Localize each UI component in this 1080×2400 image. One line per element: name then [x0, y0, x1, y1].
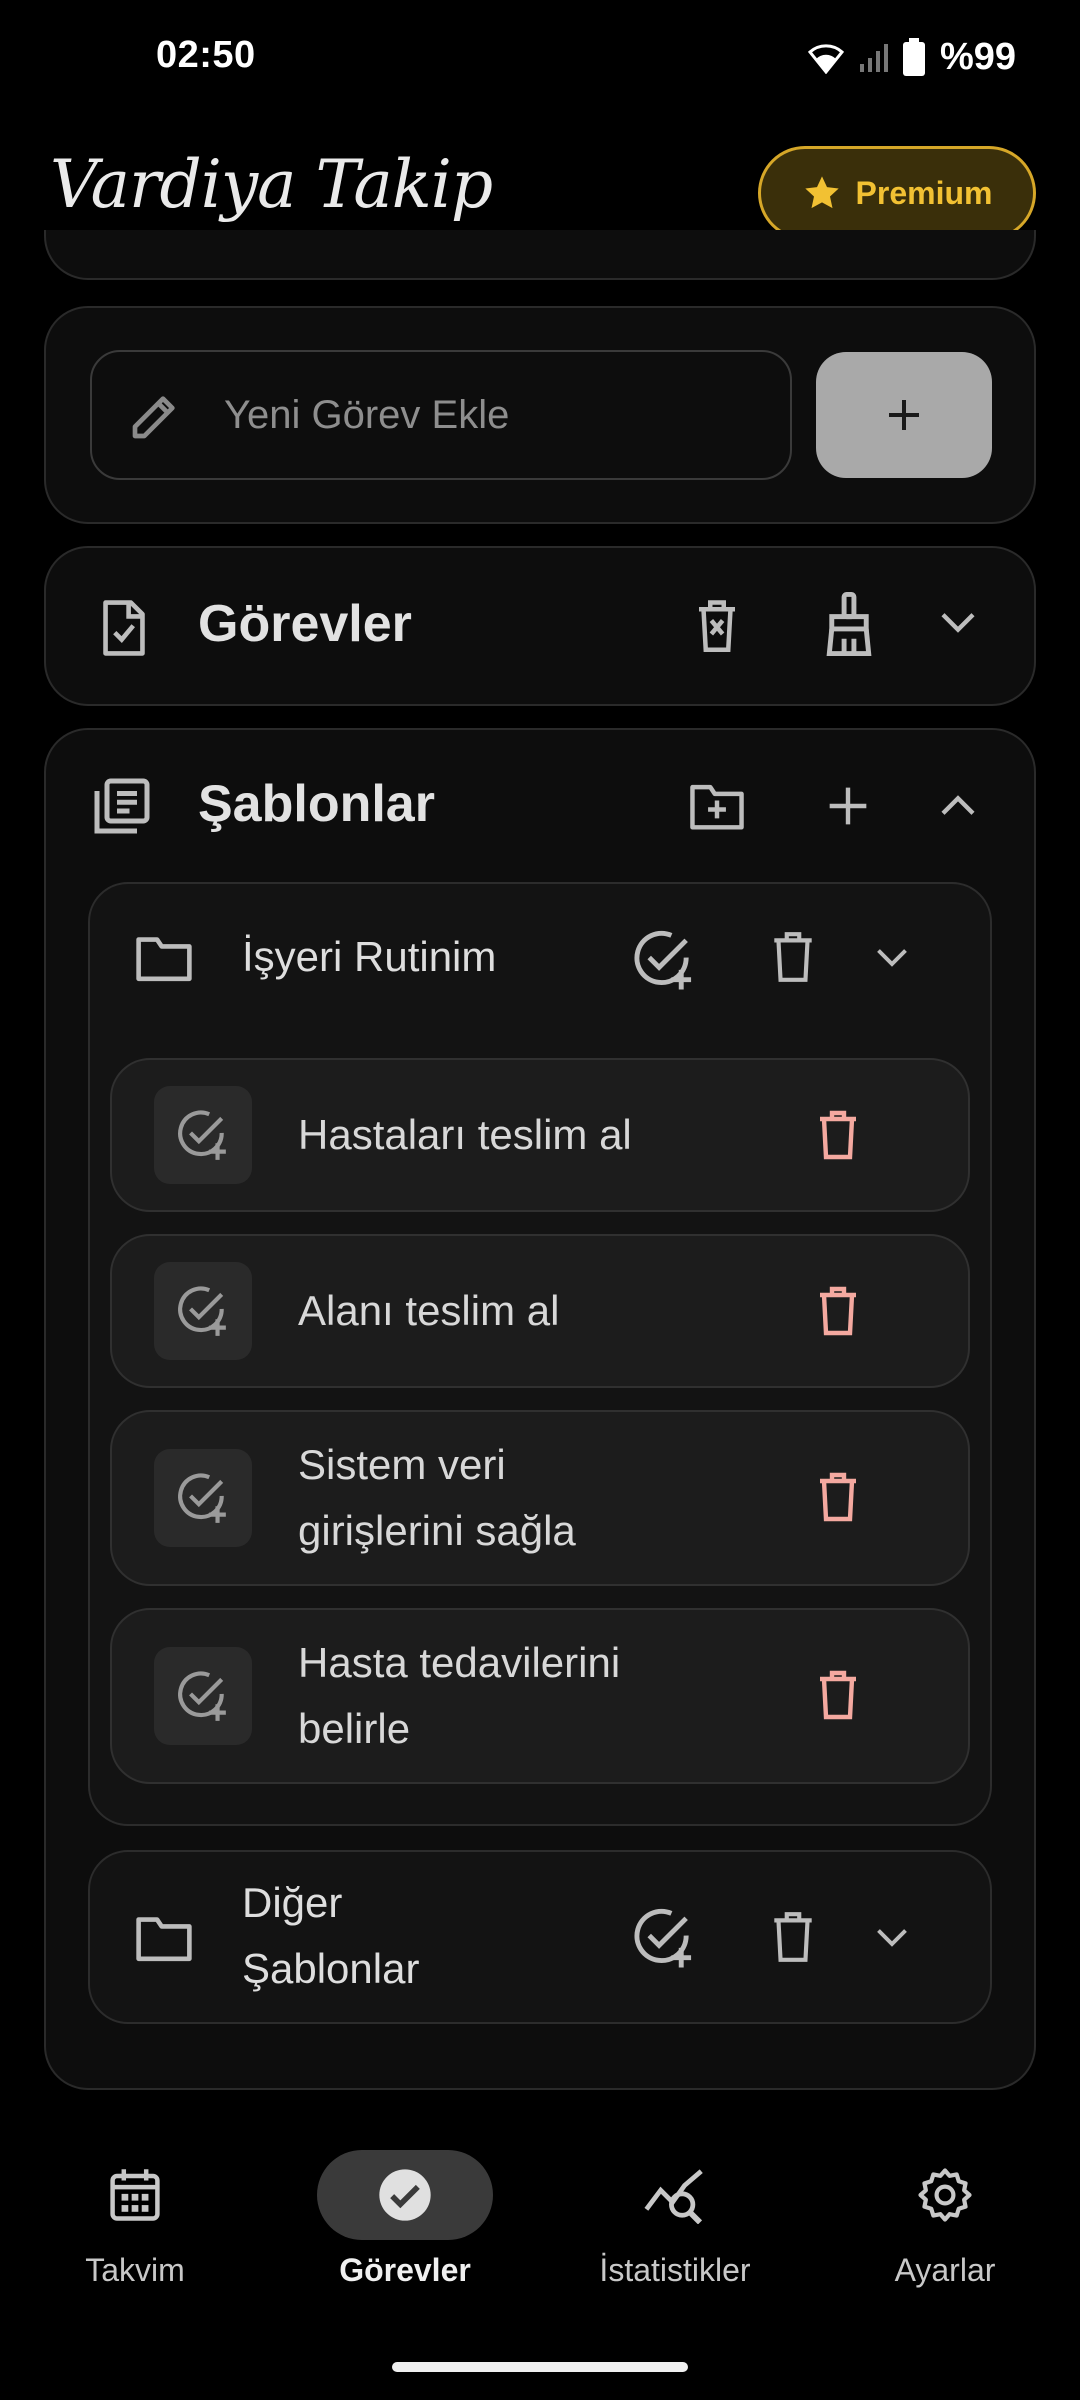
premium-button[interactable]: Premium [758, 146, 1036, 240]
add-task-from-folder-icon[interactable] [632, 1906, 696, 1970]
task-document-icon [96, 598, 152, 658]
templates-list-icon [92, 776, 152, 836]
folder-name[interactable]: Diğer Şablonlar [242, 1870, 492, 2002]
nav-pill[interactable] [857, 2150, 1033, 2240]
chevron-down-icon[interactable] [874, 946, 910, 970]
template-item-text: Hastaları teslim al [298, 1111, 632, 1158]
add-template-icon[interactable] [826, 784, 870, 828]
template-item-text: Alanı teslim al [298, 1287, 560, 1334]
status-time: 02:50 [156, 34, 256, 76]
chevron-down-icon[interactable] [938, 608, 978, 638]
nav-label: Ayarlar [894, 2252, 996, 2288]
calendar-icon [108, 2167, 162, 2223]
nav-pill[interactable] [587, 2150, 763, 2240]
home-indicator[interactable] [392, 2362, 688, 2372]
premium-label: Premium [855, 174, 993, 211]
add-task-button[interactable] [816, 352, 992, 478]
pencil-icon [128, 387, 184, 443]
nav-item-gorevler[interactable]: Görevler [270, 2150, 540, 2289]
nav-item-ayarlar[interactable]: Ayarlar [810, 2150, 1080, 2289]
battery-percent: %99 [939, 35, 1016, 78]
analytics-icon [644, 2166, 706, 2224]
app-title: Vardiya Takip [50, 146, 493, 223]
trash-icon[interactable] [818, 1668, 858, 1722]
new-task-input[interactable] [224, 392, 744, 438]
add-template-item-icon[interactable] [154, 1449, 252, 1547]
template-item-text: Hasta tedavilerini belirle [298, 1639, 621, 1752]
template-item-text: Sistem veri girişlerini sağla [298, 1441, 576, 1554]
nav-pill-active[interactable] [317, 2150, 493, 2240]
new-task-field[interactable] [90, 350, 792, 480]
new-folder-icon[interactable] [688, 780, 746, 830]
template-folder[interactable] [88, 1850, 992, 2024]
trash-icon[interactable] [818, 1108, 858, 1162]
folder-icon [134, 1912, 194, 1964]
templates-section-title: Şablonlar [198, 775, 435, 833]
trash-icon[interactable] [818, 1284, 858, 1338]
chevron-down-icon[interactable] [874, 1926, 910, 1950]
status-icons: %99 [806, 34, 1016, 80]
add-template-item-icon[interactable] [154, 1086, 252, 1184]
scrolled-card-edge [44, 230, 1036, 280]
broom-icon[interactable] [818, 592, 880, 656]
trash-icon[interactable] [772, 1910, 814, 1964]
chevron-up-icon[interactable] [938, 790, 978, 820]
star-icon [802, 173, 842, 213]
folder-name[interactable]: İşyeri Rutinim [242, 924, 496, 990]
plus-icon [884, 395, 924, 435]
nav-item-istatistikler[interactable]: İstatistikler [540, 2150, 810, 2289]
add-template-item-icon[interactable] [154, 1647, 252, 1745]
check-circle-icon [377, 2167, 433, 2223]
wifi-icon [806, 40, 846, 74]
gear-icon [917, 2167, 973, 2223]
folder-icon [134, 932, 194, 984]
tasks-section-card[interactable] [44, 546, 1036, 706]
trash-icon[interactable] [772, 930, 814, 984]
add-task-from-folder-icon[interactable] [632, 928, 696, 992]
nav-label: İstatistikler [599, 2252, 751, 2288]
nav-pill[interactable] [47, 2150, 223, 2240]
delete-all-tasks-icon[interactable] [694, 598, 740, 652]
nav-label: Görevler [339, 2252, 471, 2288]
trash-icon[interactable] [818, 1470, 858, 1524]
nav-label: Takvim [85, 2252, 185, 2288]
battery-icon [902, 38, 926, 76]
nav-item-takvim[interactable]: Takvim [0, 2150, 270, 2289]
tasks-section-title: Görevler [198, 595, 412, 653]
signal-icon [859, 42, 888, 72]
add-template-item-icon[interactable] [154, 1262, 252, 1360]
